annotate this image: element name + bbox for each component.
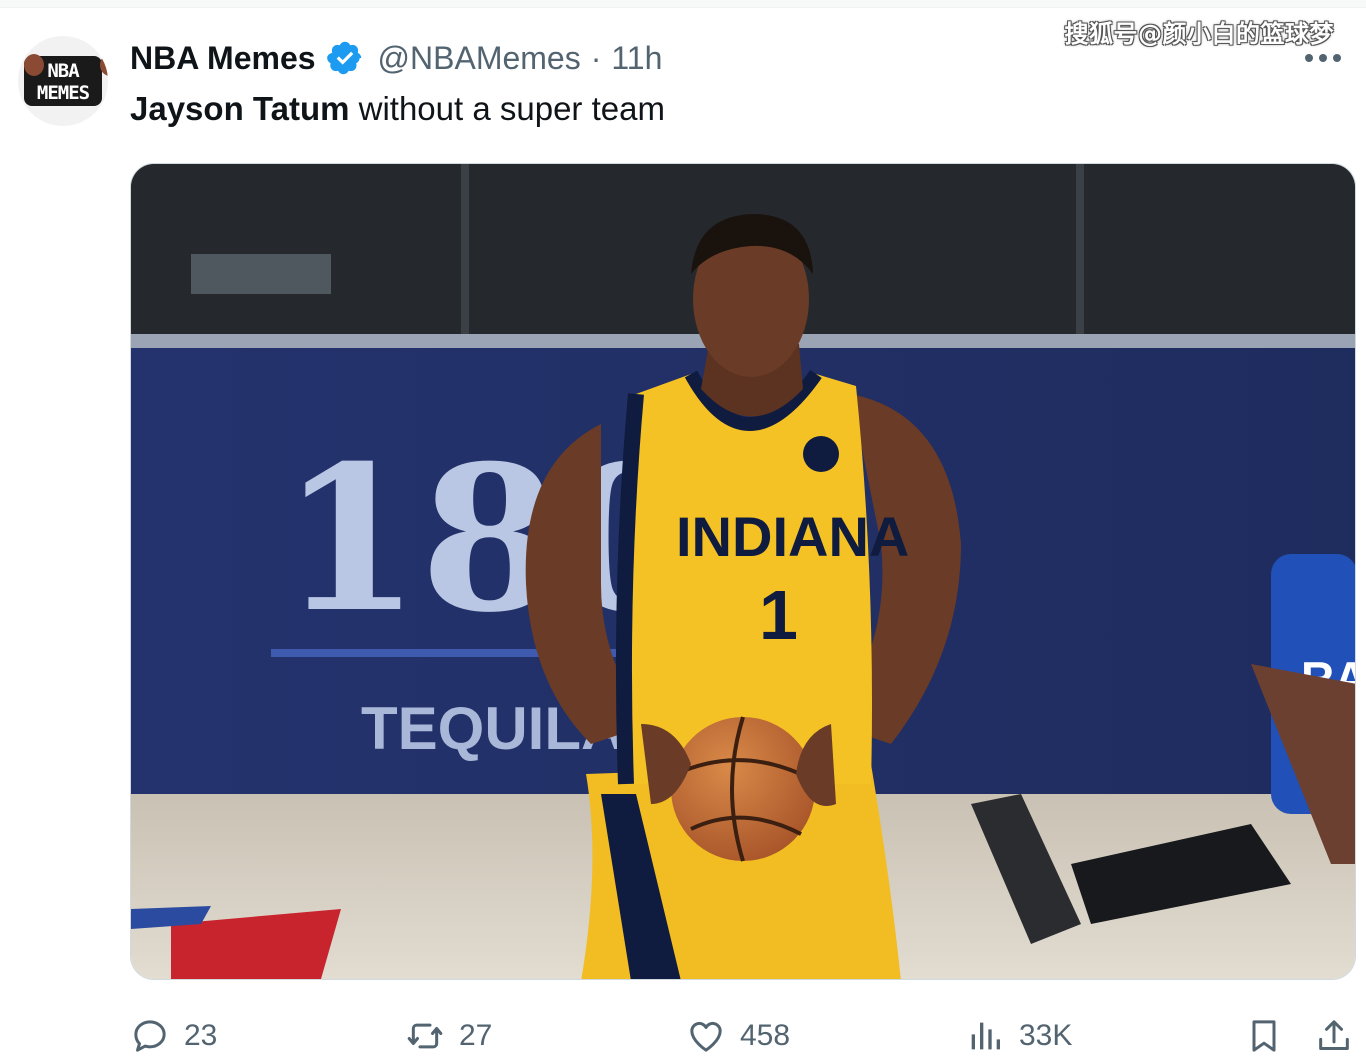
more-horizontal-icon[interactable] — [1304, 50, 1342, 66]
share-button[interactable] — [1314, 1008, 1354, 1064]
views-button[interactable]: 33K — [965, 1008, 1072, 1064]
watermark: 搜狐号@颜小白的篮球梦 — [1064, 20, 1334, 48]
basketball — [671, 717, 815, 861]
tweet-photo[interactable]: 180 TEQUILA RAL INDIANA 1 — [130, 163, 1356, 980]
views-count: 33K — [1019, 1019, 1073, 1052]
tweet-text-rest: without a super team — [349, 90, 665, 127]
share-icon — [1319, 1020, 1349, 1050]
avatar[interactable]: NBA MEMES — [18, 36, 108, 126]
tweet-text-bold: Jayson Tatum — [130, 90, 350, 127]
retweet-count: 27 — [459, 1019, 493, 1052]
separator-dot: · — [590, 39, 602, 76]
verified-badge-icon[interactable] — [326, 39, 364, 77]
reply-button[interactable]: 23 — [130, 1008, 217, 1064]
views-icon — [971, 1022, 1000, 1050]
arena-seat — [191, 254, 331, 294]
like-count: 458 — [740, 1019, 791, 1052]
avatar-logo-text-1: NBA — [47, 60, 79, 82]
photo-scene: 180 TEQUILA RAL INDIANA 1 — [131, 164, 1355, 979]
jersey-sponsor-patch — [803, 436, 839, 472]
heart-icon — [690, 1021, 722, 1052]
tweet-header: NBA Memes @NBAMemes · 11h — [130, 38, 662, 78]
retweet-button[interactable]: 27 — [405, 1008, 492, 1064]
avatar-logo-text-2: MEMES — [36, 82, 90, 104]
display-name[interactable]: NBA Memes — [130, 40, 316, 77]
tweet-text: Jayson Tatum without a super team — [130, 90, 665, 128]
tweet-time[interactable]: 11h — [611, 40, 662, 77]
tweet-actions: 23 27 458 33K — [0, 1008, 1366, 1064]
retweet-icon — [407, 1023, 443, 1049]
arena-post — [461, 164, 469, 334]
user-handle[interactable]: @NBAMemes — [378, 40, 581, 77]
jersey-team-text: INDIANA — [676, 505, 909, 568]
reply-icon — [134, 1020, 166, 1052]
like-button[interactable]: 458 — [686, 1008, 790, 1064]
jersey-number-text: 1 — [759, 576, 798, 654]
bookmark-icon — [1252, 1020, 1276, 1052]
bookmark-button[interactable] — [1244, 1008, 1284, 1064]
top-border — [0, 0, 1366, 8]
reply-count: 23 — [184, 1019, 218, 1052]
